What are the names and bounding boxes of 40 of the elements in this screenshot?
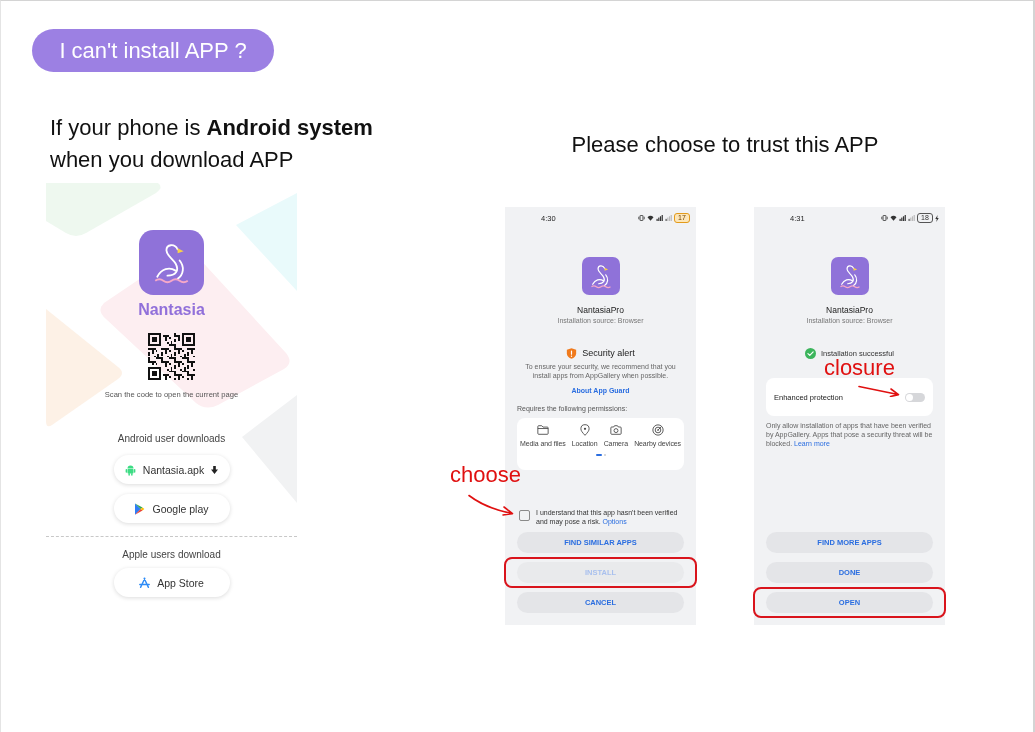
signal-icon xyxy=(899,215,906,221)
bird-logo-icon xyxy=(139,230,204,295)
group-title: Apple users download xyxy=(122,549,221,561)
bird-logo-icon xyxy=(830,257,869,295)
arrow-icon xyxy=(468,494,514,516)
wifi-icon xyxy=(890,215,897,221)
app-name: Nantasia xyxy=(138,300,205,319)
group-title: Android user downloads xyxy=(117,433,226,445)
bird-logo-icon xyxy=(581,257,620,295)
folder-icon xyxy=(536,424,549,436)
vibrate-icon xyxy=(638,215,645,221)
section-heading: If your phone is Android system when you download APP xyxy=(49,114,374,174)
app-name: NantasiaPro xyxy=(577,305,624,316)
status-title: Security alert xyxy=(582,348,635,358)
letter-a-icon xyxy=(139,576,151,589)
download-button[interactable]: Google play xyxy=(113,494,230,523)
location-pin-icon xyxy=(578,424,591,436)
target-icon xyxy=(651,424,664,436)
qr-code-icon xyxy=(148,333,195,380)
app-name: NantasiaPro xyxy=(826,305,873,316)
callout-label: closure xyxy=(824,357,895,379)
check-circle-icon xyxy=(805,347,816,359)
section-heading: Please choose to trust this APP xyxy=(570,131,880,159)
callout-label: choose xyxy=(450,464,521,486)
download-arrow-icon xyxy=(211,465,219,474)
download-button[interactable]: Nantasia.apk xyxy=(113,455,230,484)
protection-toggle[interactable] xyxy=(905,392,925,402)
warning-shield-icon xyxy=(566,347,578,359)
download-button[interactable]: App Store xyxy=(113,568,230,597)
arrow-icon xyxy=(858,385,900,397)
signal-icon xyxy=(656,215,663,221)
vibrate-icon xyxy=(881,215,888,221)
signal-icon xyxy=(908,215,915,221)
camera-icon xyxy=(609,424,622,436)
signal-icon xyxy=(665,215,672,221)
wifi-icon xyxy=(647,215,654,221)
help-badge: I can't install APP ? xyxy=(32,29,274,72)
robot-icon xyxy=(124,463,136,476)
play-triangle-icon xyxy=(134,502,146,515)
consent-checkbox[interactable] xyxy=(519,510,530,521)
